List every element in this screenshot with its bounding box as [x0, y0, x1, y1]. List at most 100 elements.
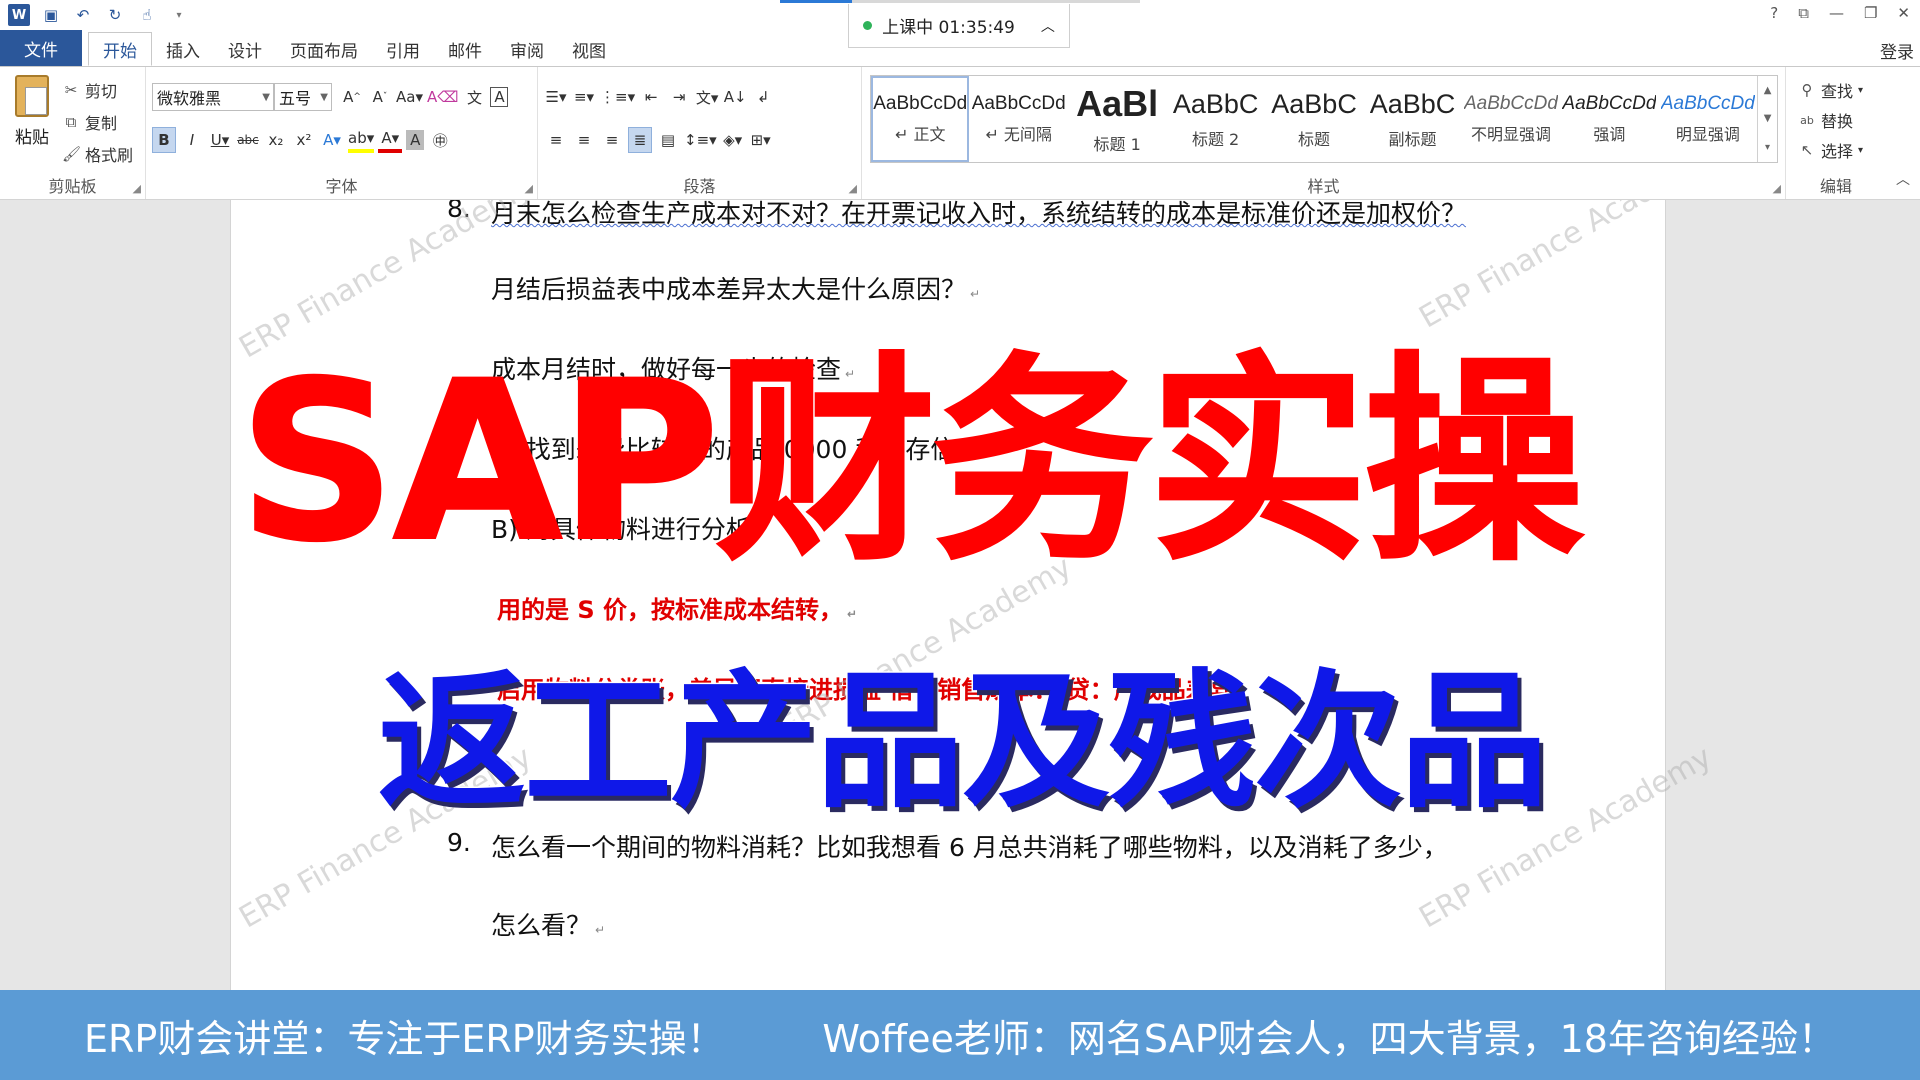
style-normal[interactable]: AaBbCcDd ↵ 正文	[871, 76, 970, 162]
font-name-value: 微软雅黑	[157, 89, 222, 108]
tab-review[interactable]: 审阅	[496, 32, 558, 66]
grow-font-icon[interactable]: A ^	[340, 84, 364, 110]
undo-icon[interactable]: ↶	[72, 4, 94, 26]
minimize-icon[interactable]: —	[1829, 4, 1844, 22]
scissors-icon: ✂	[64, 81, 78, 99]
font-launcher-icon[interactable]: ◢	[525, 182, 533, 195]
more-styles-icon[interactable]: ▾	[1765, 142, 1770, 153]
help-icon[interactable]: ?	[1770, 4, 1778, 22]
live-dot-icon	[863, 21, 873, 30]
style-title[interactable]: AaBbC 标题	[1265, 76, 1363, 162]
scroll-up-icon[interactable]: ▲	[1764, 85, 1772, 96]
replace-label: 替换	[1821, 112, 1854, 131]
character-border-icon[interactable]: A	[490, 87, 509, 107]
style-no-spacing[interactable]: AaBbCcDd ↵ 无间隔	[969, 76, 1067, 162]
cut-button[interactable]: ✂ 剪切	[62, 77, 117, 103]
tab-references[interactable]: 引用	[372, 32, 434, 66]
line-spacing-icon[interactable]: ↕≡▾	[684, 127, 717, 153]
doc-line: 月结后损益表中成本差异太大是什么原因？ ↵	[491, 270, 980, 306]
tab-insert[interactable]: 插入	[152, 32, 214, 66]
format-painter-label: 格式刷	[85, 146, 134, 165]
editing-group: ⚲ 查找 ▾ ab 替换 ↖ 选择 ▾ 编辑	[1786, 67, 1886, 199]
distributed-icon[interactable]: ▤	[656, 127, 680, 153]
paragraph-group-label: 段落	[683, 177, 716, 196]
clipboard-launcher-icon[interactable]: ◢	[133, 182, 141, 195]
doc-line-text: 怎么看？	[491, 911, 592, 940]
question-number: 9.	[447, 828, 471, 857]
word-app-icon[interactable]: W	[8, 4, 30, 26]
strikethrough-icon[interactable]: abc	[236, 127, 260, 153]
collapse-ribbon-icon[interactable]: ︿	[1896, 169, 1910, 189]
paste-button[interactable]: 粘贴	[8, 75, 56, 165]
font-color-icon[interactable]: A▾	[378, 127, 403, 153]
customize-qat-icon[interactable]: ▾	[168, 4, 190, 26]
phonetic-guide-icon[interactable]: 文	[462, 84, 486, 110]
superscript-icon[interactable]: x²	[292, 127, 316, 153]
copy-button[interactable]: ⧉ 复制	[62, 109, 117, 135]
borders-icon[interactable]: ⊞▾	[749, 127, 773, 153]
bullets-icon[interactable]: ☰▾	[544, 84, 568, 110]
numbering-icon[interactable]: ≡▾	[572, 84, 596, 110]
style-emphasis[interactable]: AaBbCcDd 强调	[1560, 76, 1658, 162]
tab-home[interactable]: 开始	[88, 32, 152, 66]
maximize-icon[interactable]: ❐	[1864, 4, 1877, 22]
ribbon-display-icon[interactable]: ⧉	[1798, 4, 1809, 22]
class-status-indicator[interactable]: 上课中 01:35:49 ︿	[848, 4, 1070, 48]
select-button[interactable]: ↖ 选择 ▾	[1798, 137, 1863, 163]
style-sample: AaBbCcDd	[1562, 93, 1657, 114]
italic-icon[interactable]: I	[180, 127, 204, 153]
copy-label: 复制	[85, 114, 118, 133]
styles-group-label: 样式	[1307, 177, 1340, 196]
style-name: 强调	[1593, 125, 1626, 144]
scroll-down-icon[interactable]: ▼	[1764, 113, 1772, 124]
enclose-characters-icon[interactable]: ㊥	[428, 127, 452, 153]
tab-file[interactable]: 文件	[0, 30, 82, 66]
close-icon[interactable]: ✕	[1897, 4, 1910, 22]
show-marks-icon[interactable]: ↲	[751, 84, 775, 110]
replace-button[interactable]: ab 替换	[1798, 107, 1853, 133]
highlight-icon[interactable]: ab▾	[348, 127, 375, 153]
sort-icon[interactable]: A↓	[723, 84, 747, 110]
style-subtle-emphasis[interactable]: AaBbCcDd 不明显强调	[1462, 76, 1560, 162]
text-effects-icon[interactable]: A▾	[320, 127, 344, 153]
tab-design[interactable]: 设计	[214, 32, 276, 66]
format-painter-button[interactable]: 🖌 格式刷	[62, 141, 133, 167]
find-button[interactable]: ⚲ 查找 ▾	[1798, 77, 1864, 103]
style-intense-emphasis[interactable]: AaBbCcDd 明显强调	[1659, 76, 1757, 162]
font-name-combo[interactable]: 微软雅黑 ▼	[152, 83, 274, 111]
shrink-font-icon[interactable]: Aˇ	[368, 84, 392, 110]
style-heading-2[interactable]: AaBbC 标题 2	[1166, 76, 1264, 162]
font-size-combo[interactable]: 五号 ▼	[274, 83, 332, 111]
tab-view[interactable]: 视图	[558, 32, 620, 66]
bold-icon[interactable]: B	[152, 127, 176, 153]
styles-launcher-icon[interactable]: ◢	[1773, 182, 1781, 195]
doc-line-text: 月结后损益表中成本差异太大是什么原因？	[491, 275, 967, 304]
tab-mailings[interactable]: 邮件	[434, 32, 496, 66]
chevron-up-icon[interactable]: ︿	[1041, 16, 1055, 36]
login-link[interactable]: 登录	[1880, 38, 1914, 63]
touch-mode-icon[interactable]: ☝	[136, 4, 158, 26]
tab-page-layout[interactable]: 页面布局	[276, 32, 372, 66]
asian-layout-icon[interactable]: 文▾	[695, 84, 719, 110]
decrease-indent-icon[interactable]: ⇤	[639, 84, 663, 110]
paragraph-launcher-icon[interactable]: ◢	[849, 182, 857, 195]
style-heading-1[interactable]: AaBl 标题 1	[1068, 76, 1166, 162]
underline-icon[interactable]: U▾	[208, 127, 232, 153]
justify-icon[interactable]: ≣	[628, 127, 652, 153]
multilevel-list-icon[interactable]: ⋮≡▾	[600, 84, 635, 110]
subscript-icon[interactable]: x₂	[264, 127, 288, 153]
character-shading-icon[interactable]: A	[406, 130, 425, 150]
align-left-icon[interactable]: ≡	[544, 127, 568, 153]
style-subtitle[interactable]: AaBbC 副标题	[1363, 76, 1461, 162]
change-case-icon[interactable]: Aa▾	[396, 84, 423, 110]
shading-icon[interactable]: ◈▾	[721, 127, 745, 153]
document-page[interactable]: 8. 月末怎么检查生产成本对不对？在开票记收入时，系统结转的成本是标准价还是加权…	[230, 200, 1666, 990]
increase-indent-icon[interactable]: ⇥	[667, 84, 691, 110]
align-right-icon[interactable]: ≡	[600, 127, 624, 153]
save-icon[interactable]: ▣	[40, 4, 62, 26]
align-center-icon[interactable]: ≡	[572, 127, 596, 153]
dropdown-arrow-icon: ▼	[262, 91, 270, 103]
redo-icon[interactable]: ↻	[104, 4, 126, 26]
banner-right-text: Woffee老师：网名SAP财会人，四大背景，18年咨询经验！	[822, 1016, 1836, 1061]
clear-formatting-icon[interactable]: A⌫	[427, 84, 458, 110]
